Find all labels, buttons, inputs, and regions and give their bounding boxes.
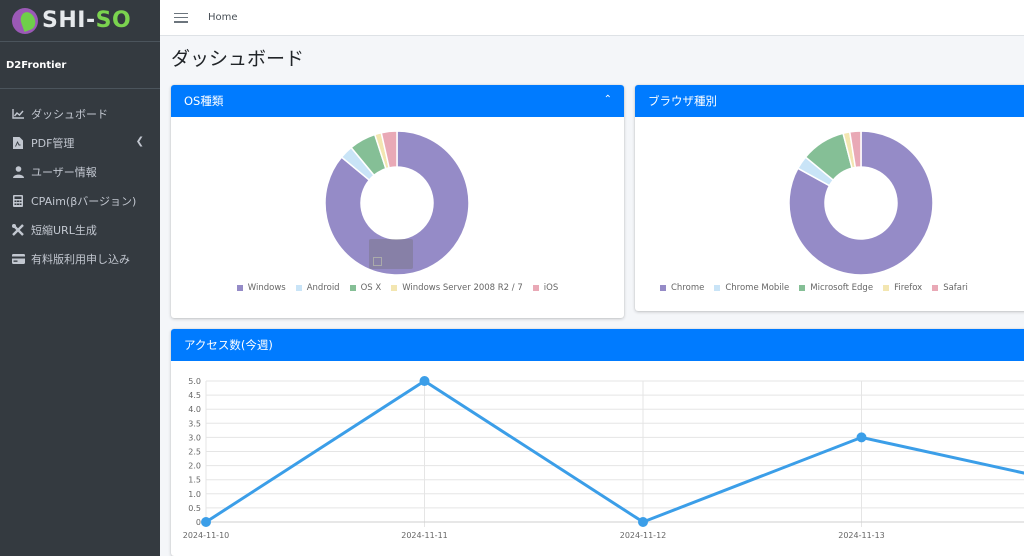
brand-name: SHI-SO [42, 8, 132, 33]
legend-item[interactable]: Android [295, 283, 340, 293]
legend-label: iOS [543, 283, 559, 293]
legend-item[interactable]: Chrome Mobile [714, 283, 789, 293]
legend-label: Safari [943, 283, 968, 293]
x-tick-label: 2024-11-12 [620, 531, 667, 540]
legend-label: Microsoft Edge [810, 283, 874, 293]
sidebar: SHI-SO D2Frontier ダッシュボード PDF管理 ❮ ユーザー情報 [0, 0, 160, 556]
sidebar-item-user-info[interactable]: ユーザー情報 [0, 157, 160, 186]
browser-chart-legend: Chrome Chrome Mobile Microsoft Edge Firefox… [635, 283, 1024, 293]
y-tick-label: 1.5 [188, 476, 201, 485]
sidebar-item-label: 有料版利用申し込み [31, 252, 130, 266]
user-panel[interactable]: D2Frontier [0, 43, 160, 89]
legend-label: Chrome [671, 283, 705, 293]
access-data-point[interactable] [201, 517, 211, 527]
y-tick-label: 3.5 [188, 419, 201, 428]
brand-logo-icon [12, 7, 38, 34]
sidebar-item-label: 短縮URL生成 [31, 223, 97, 237]
legend-item[interactable]: Windows Server 2008 R2 / 7 [391, 283, 523, 293]
legend-swatch [391, 285, 398, 291]
y-tick-label: 2.0 [188, 462, 201, 471]
access-line-chart: 0 0.5 1.0 1.5 2.0 2.5 3.0 3.5 4.0 4.5 5.0 2024-11-1… [183, 376, 1024, 540]
x-tick-label: 2024-11-13 [838, 531, 885, 540]
legend-swatch [799, 285, 806, 291]
os-card-header: OS種類 ⌃ [171, 85, 624, 117]
y-tick-label: 2.5 [188, 448, 201, 457]
collapse-icon[interactable]: ⌃ [604, 94, 612, 105]
user-icon [11, 165, 25, 179]
legend-swatch [532, 285, 539, 291]
y-tick-label: 4.0 [188, 405, 201, 414]
os-chart-legend: Windows Android OS X Windows Server 2008 R2… [171, 283, 624, 293]
y-tick-label: 3.0 [188, 433, 201, 442]
sidebar-item-label: CPAim(βバージョン) [31, 194, 137, 208]
top-navbar: Home [160, 0, 1024, 36]
sidebar-item-pdf[interactable]: PDF管理 ❮ [0, 128, 160, 157]
sidebar-item-label: ダッシュボード [31, 107, 108, 121]
brand-logo-link[interactable]: SHI-SO [0, 0, 160, 42]
y-tick-label: 0.5 [188, 504, 201, 513]
sidebar-item-label: PDF管理 [31, 136, 75, 150]
legend-swatch [714, 285, 721, 291]
x-tick-label: 2024-11-10 [183, 531, 230, 540]
legend-item[interactable]: Safari [932, 283, 968, 293]
sidebar-item-dashboard[interactable]: ダッシュボード [0, 99, 160, 128]
legend-label: Windows [247, 283, 286, 293]
credit-card-icon [11, 252, 25, 266]
legend-item[interactable]: OS X [349, 283, 382, 293]
legend-item[interactable]: Microsoft Edge [799, 283, 873, 293]
sidebar-item-short-url[interactable]: 短縮URL生成 [0, 215, 160, 244]
os-type-card: OS種類 ⌃ Windows Android OS X Windows Server … [171, 85, 624, 318]
browser-type-card: ブラウザ種別 Chrome Chrome Mobile Microsoft Edge… [635, 85, 1024, 311]
legend-swatch [932, 285, 939, 291]
chart-line-icon [11, 107, 25, 121]
y-tick-label: 5.0 [188, 377, 201, 386]
legend-label: Firefox [894, 283, 923, 293]
access-data-point[interactable] [856, 432, 867, 443]
y-tick-label: 1.0 [188, 490, 201, 499]
legend-label: Windows Server 2008 R2 / 7 [402, 283, 523, 293]
access-count-card: アクセス数(今週) 0 0.5 1.0 1.5 2.0 2.5 3.0 3.5 4.0 4.5 5.… [171, 329, 1024, 556]
sidebar-item-cpaim[interactable]: CPAim(βバージョン) [0, 186, 160, 215]
legend-swatch [883, 285, 890, 291]
legend-item[interactable]: Windows [236, 283, 286, 293]
legend-swatch [295, 285, 302, 291]
access-card-title: アクセス数(今週) [184, 338, 273, 352]
browser-card-header: ブラウザ種別 [635, 85, 1024, 117]
x-tick-label: 2024-11-11 [401, 531, 448, 540]
page-title: ダッシュボード [171, 48, 305, 70]
chevron-left-icon[interactable]: ❮ [136, 136, 144, 147]
browser-doughnut-chart [788, 130, 934, 276]
tools-icon [11, 223, 25, 237]
legend-label: Chrome Mobile [725, 283, 790, 293]
legend-swatch [349, 285, 356, 291]
hamburger-menu-icon[interactable] [174, 12, 188, 23]
chart-tooltip-overlay [369, 239, 413, 269]
legend-label: OS X [360, 283, 382, 293]
legend-label: Android [306, 283, 340, 293]
y-tick-label: 0 [196, 518, 201, 527]
user-name[interactable]: D2Frontier [6, 60, 66, 71]
browser-card-title: ブラウザ種別 [648, 94, 717, 108]
access-card-header: アクセス数(今週) [171, 329, 1024, 361]
pdf-file-icon [11, 136, 25, 150]
access-data-point[interactable] [419, 376, 430, 386]
sidebar-item-paid-plan[interactable]: 有料版利用申し込み [0, 244, 160, 273]
os-card-title: OS種類 [184, 94, 224, 108]
legend-item[interactable]: Firefox [883, 283, 922, 293]
home-link[interactable]: Home [208, 12, 238, 23]
legend-swatch [236, 285, 243, 291]
legend-swatch [660, 285, 666, 291]
legend-item[interactable]: Chrome [660, 283, 704, 293]
sidebar-item-label: ユーザー情報 [31, 165, 97, 179]
y-tick-label: 4.5 [188, 391, 201, 400]
calculator-icon [11, 194, 25, 208]
access-data-point[interactable] [638, 517, 648, 527]
sidebar-nav: ダッシュボード PDF管理 ❮ ユーザー情報 CPAim(βバージョン) 短縮U… [0, 89, 160, 273]
legend-item[interactable]: iOS [532, 283, 559, 293]
